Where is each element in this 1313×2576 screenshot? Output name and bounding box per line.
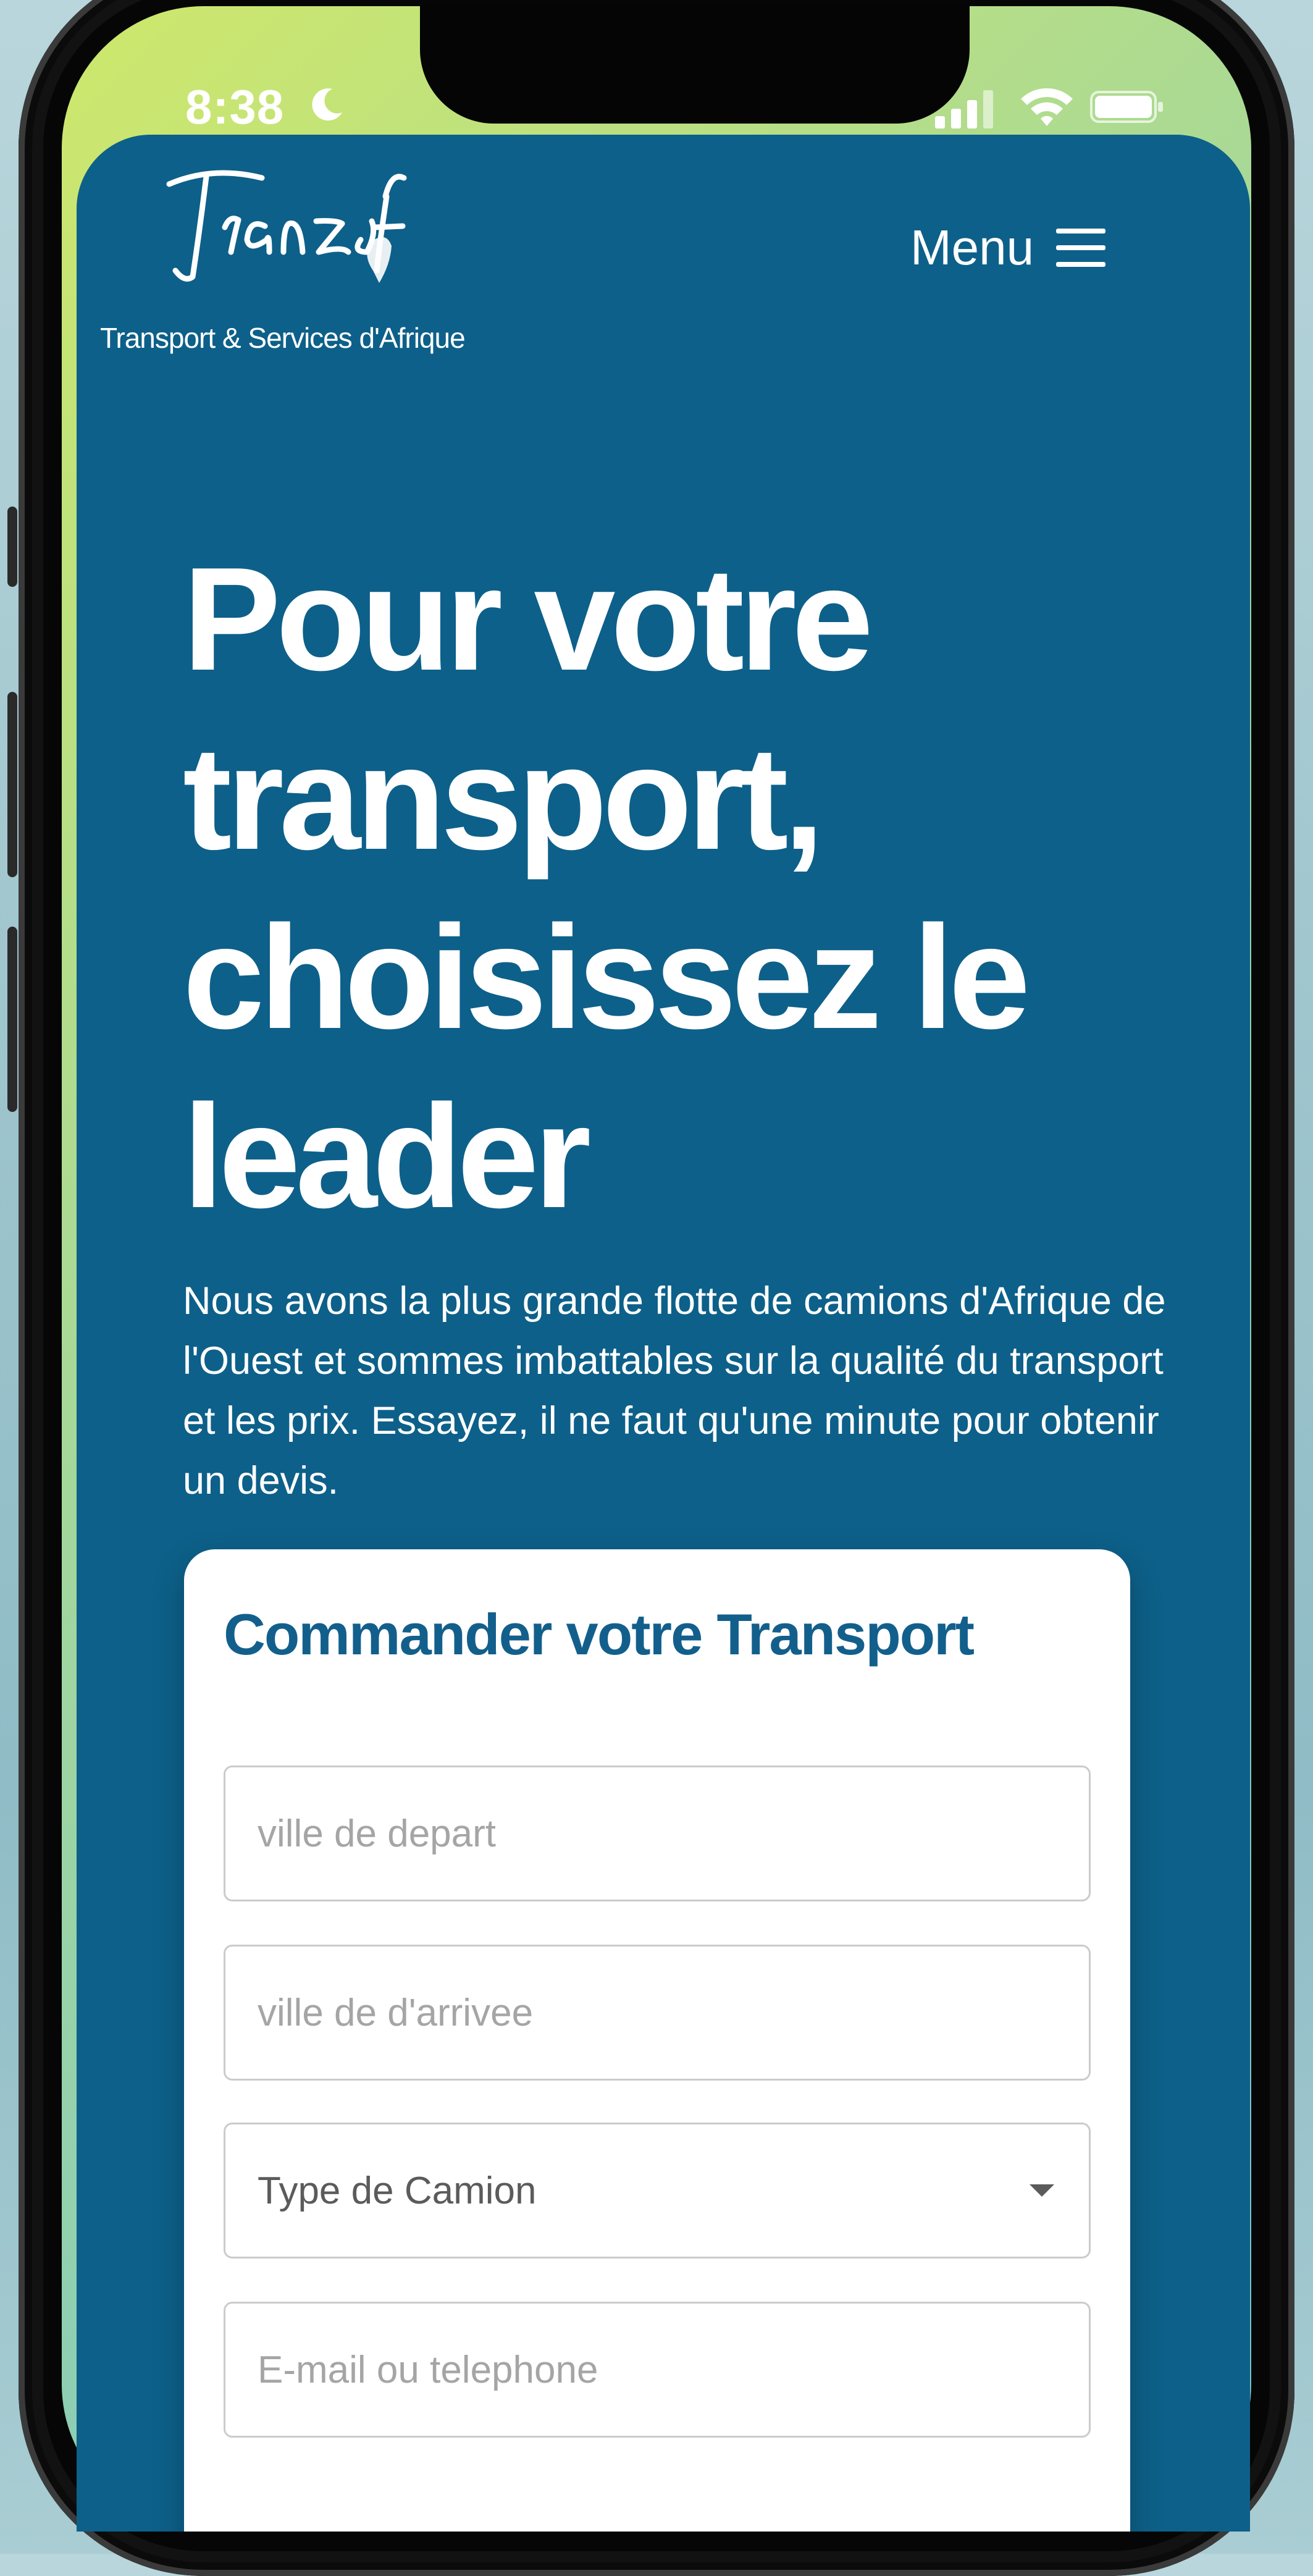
brand-tagline: Transport & Services d'Afrique [100, 322, 466, 354]
signal-icon [935, 90, 993, 128]
mute-switch [7, 507, 17, 587]
departure-city-input[interactable] [224, 1766, 1091, 1901]
volume-down-button [7, 927, 17, 1112]
hero-title: Pour votre transport, choisissez le lead… [183, 537, 1030, 1239]
arrival-city-input[interactable] [224, 1945, 1091, 2081]
truck-type-select[interactable]: Type de Camion [224, 2123, 1091, 2258]
status-bar: 8:38 [62, 6, 1251, 136]
order-form-title: Commander votre Transport [224, 1602, 975, 1667]
caret-down-icon [1030, 2184, 1054, 2197]
hamburger-icon [1056, 229, 1106, 267]
truck-type-value: Type de Camion [258, 2169, 537, 2212]
battery-icon [1090, 91, 1163, 123]
wifi-icon [1021, 88, 1073, 126]
menu-button[interactable]: Menu [910, 214, 1106, 282]
volume-up-button [7, 692, 17, 877]
moon-icon [312, 88, 342, 121]
contact-input[interactable] [224, 2302, 1091, 2438]
order-form-card: Commander votre Transport Type de Camion [184, 1549, 1130, 2532]
menu-label: Menu [910, 220, 1034, 275]
camera-notch [420, 6, 970, 124]
hero-description: Nous avons la plus grande flotte de cami… [183, 1279, 1166, 1502]
brand-logo[interactable] [157, 159, 416, 295]
status-time: 8:38 [185, 80, 285, 134]
web-page: Transport & Services d'Afrique Menu Pour… [77, 135, 1250, 2532]
